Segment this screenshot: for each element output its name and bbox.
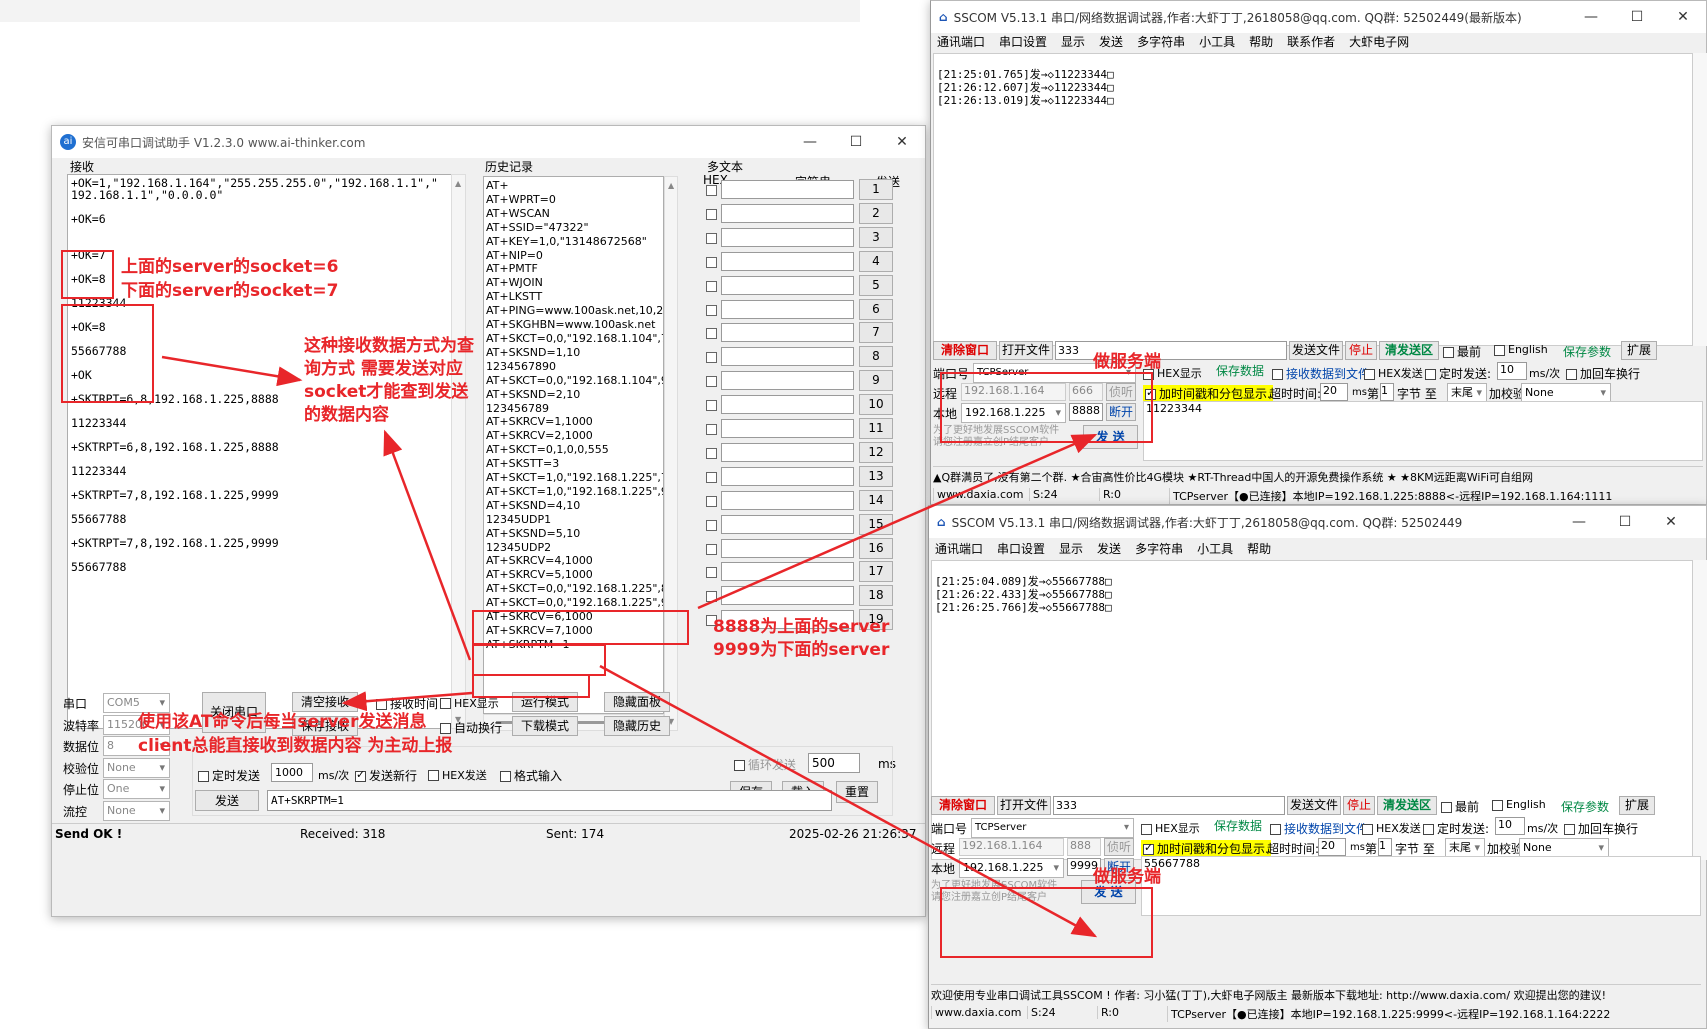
arrow-skrptm-to-note <box>341 691 473 712</box>
arrow-to-query-note <box>161 355 303 387</box>
arrow-to-top-port <box>697 433 1098 610</box>
annot-arrows <box>161 355 1098 938</box>
arrow-from-skrcv <box>383 429 472 661</box>
arrow-to-bottom-port <box>599 664 1098 938</box>
